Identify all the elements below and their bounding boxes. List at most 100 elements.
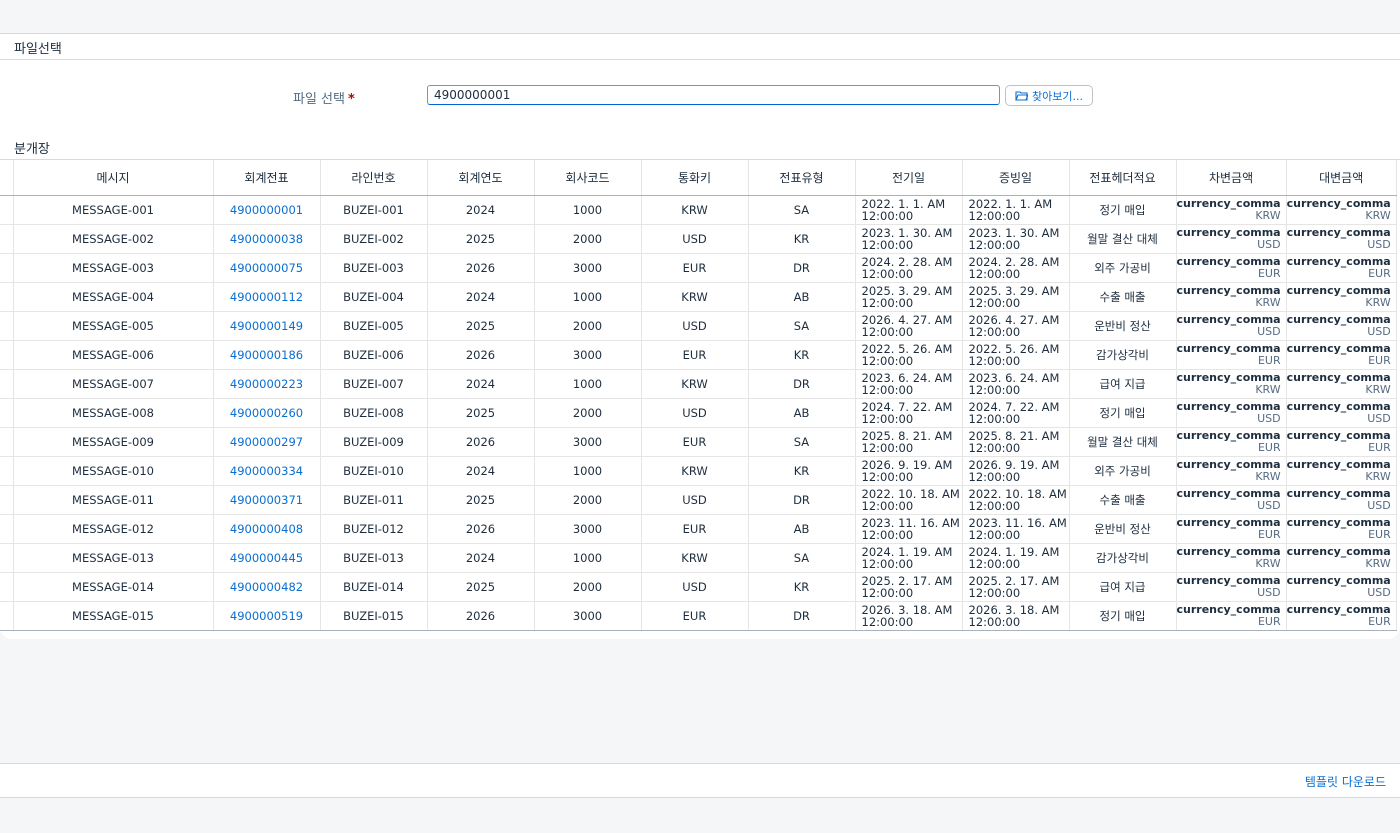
table-row[interactable]: MESSAGE-012 4900000408 BUZEI-012 2026 3000 EU… xyxy=(0,514,1397,544)
document-number-link[interactable]: 4900000445 xyxy=(213,543,321,573)
header-text-cell: 정기 매입 xyxy=(1069,398,1177,428)
document-number-link[interactable]: 4900000408 xyxy=(213,514,321,544)
credit-amount-cell: currency_comma EUR xyxy=(1286,340,1397,370)
amount-currency: USD xyxy=(1257,412,1281,425)
document-number-link[interactable]: 4900000297 xyxy=(213,427,321,457)
row-selector[interactable] xyxy=(0,253,14,283)
column-header[interactable]: 회계전표 xyxy=(213,160,321,196)
column-header[interactable]: 전기일 xyxy=(855,160,963,196)
column-header[interactable]: 회사코드 xyxy=(534,160,642,196)
document-number-link[interactable]: 4900000371 xyxy=(213,485,321,515)
amount-currency: USD xyxy=(1257,325,1281,338)
template-download-link[interactable]: 템플릿 다운로드 xyxy=(1305,773,1386,790)
row-selector[interactable] xyxy=(0,601,14,631)
column-header[interactable]: 차변금액 xyxy=(1176,160,1287,196)
document-number-link[interactable]: 4900000001 xyxy=(213,195,321,225)
company-code-cell: 1000 xyxy=(534,195,642,225)
document-type-cell: SA xyxy=(748,427,856,457)
document-date-time: 12:00:00 xyxy=(968,325,1021,339)
table-row[interactable]: MESSAGE-003 4900000075 BUZEI-003 2026 3000 EU… xyxy=(0,253,1397,283)
table-row[interactable]: MESSAGE-004 4900000112 BUZEI-004 2024 1000 KR… xyxy=(0,282,1397,312)
table-row[interactable]: MESSAGE-011 4900000371 BUZEI-011 2025 2000 US… xyxy=(0,485,1397,515)
row-selector[interactable] xyxy=(0,456,14,486)
row-selector[interactable] xyxy=(0,195,14,225)
line-number-cell: BUZEI-013 xyxy=(320,543,428,573)
column-header[interactable]: 회계연도 xyxy=(427,160,535,196)
fiscal-year-cell: 2024 xyxy=(427,369,535,399)
message-cell: MESSAGE-012 xyxy=(13,514,214,544)
row-selector[interactable] xyxy=(0,282,14,312)
row-selector[interactable] xyxy=(0,514,14,544)
credit-amount-cell: currency_comma USD xyxy=(1286,311,1397,341)
header-text-cell: 운반비 정산 xyxy=(1069,311,1177,341)
row-selector[interactable] xyxy=(0,427,14,457)
credit-amount-cell: currency_comma KRW xyxy=(1286,195,1397,225)
column-header[interactable]: 메시지 xyxy=(13,160,214,196)
document-number-link[interactable]: 4900000223 xyxy=(213,369,321,399)
column-header[interactable]: 증빙일 xyxy=(962,160,1070,196)
document-number-link[interactable]: 4900000260 xyxy=(213,398,321,428)
table-row[interactable]: MESSAGE-002 4900000038 BUZEI-002 2025 2000 US… xyxy=(0,224,1397,254)
row-selector[interactable] xyxy=(0,485,14,515)
document-type-cell: AB xyxy=(748,514,856,544)
amount-currency: EUR xyxy=(1257,267,1281,280)
debit-amount-cell: currency_comma EUR xyxy=(1176,514,1287,544)
document-number-link[interactable]: 4900000519 xyxy=(213,601,321,631)
credit-amount-cell: currency_comma KRW xyxy=(1286,543,1397,573)
posting-date-cell: 2023. 1. 30. AM 12:00:00 xyxy=(855,224,963,254)
column-header[interactable]: 통화키 xyxy=(641,160,749,196)
table-row[interactable]: MESSAGE-014 4900000482 BUZEI-014 2025 2000 US… xyxy=(0,572,1397,602)
document-date-time: 12:00:00 xyxy=(968,238,1021,252)
table-row[interactable]: MESSAGE-013 4900000445 BUZEI-013 2024 1000 KR… xyxy=(0,543,1397,573)
document-number-link[interactable]: 4900000075 xyxy=(213,253,321,283)
amount-currency: USD xyxy=(1257,499,1281,512)
row-selector[interactable] xyxy=(0,572,14,602)
row-selector[interactable] xyxy=(0,224,14,254)
document-number-link[interactable]: 4900000038 xyxy=(213,224,321,254)
amount-currency: USD xyxy=(1367,325,1391,338)
row-selector[interactable] xyxy=(0,369,14,399)
document-date-cell: 2026. 4. 27. AM 12:00:00 xyxy=(962,311,1070,341)
column-header[interactable]: 전표유형 xyxy=(748,160,856,196)
currency-key-cell: EUR xyxy=(641,253,749,283)
table-row[interactable]: MESSAGE-006 4900000186 BUZEI-006 2026 3000 EU… xyxy=(0,340,1397,370)
table-row[interactable]: MESSAGE-001 4900000001 BUZEI-001 2024 1000 KR… xyxy=(0,195,1397,225)
table-row[interactable]: MESSAGE-009 4900000297 BUZEI-009 2026 3000 EU… xyxy=(0,427,1397,457)
debit-amount-cell: currency_comma KRW xyxy=(1176,195,1287,225)
document-number-link[interactable]: 4900000112 xyxy=(213,282,321,312)
browse-button[interactable]: 찾아보기... xyxy=(1005,85,1093,106)
posting-date-cell: 2023. 11. 16. AM 12:00:00 xyxy=(855,514,963,544)
column-header[interactable]: 전표헤더적요 xyxy=(1069,160,1177,196)
header-text-cell: 운반비 정산 xyxy=(1069,514,1177,544)
fiscal-year-cell: 2025 xyxy=(427,485,535,515)
column-header[interactable]: 라인번호 xyxy=(320,160,428,196)
row-selector[interactable] xyxy=(0,311,14,341)
document-date-cell: 2022. 10. 18. AM 12:00:00 xyxy=(962,485,1070,515)
column-header[interactable]: 대변금액 xyxy=(1286,160,1397,196)
table-row[interactable]: MESSAGE-005 4900000149 BUZEI-005 2025 2000 US… xyxy=(0,311,1397,341)
message-cell: MESSAGE-007 xyxy=(13,369,214,399)
header-text-cell: 월말 결산 대체 xyxy=(1069,224,1177,254)
row-selector[interactable] xyxy=(0,543,14,573)
header-text-cell: 수출 매출 xyxy=(1069,282,1177,312)
document-date-time: 12:00:00 xyxy=(968,354,1021,368)
table-row[interactable]: MESSAGE-007 4900000223 BUZEI-007 2024 1000 KR… xyxy=(0,369,1397,399)
currency-key-cell: KRW xyxy=(641,369,749,399)
file-select-input[interactable] xyxy=(427,85,1000,105)
debit-amount-cell: currency_comma USD xyxy=(1176,224,1287,254)
debit-amount-cell: currency_comma EUR xyxy=(1176,253,1287,283)
document-number-link[interactable]: 4900000334 xyxy=(213,456,321,486)
line-number-cell: BUZEI-011 xyxy=(320,485,428,515)
table-row[interactable]: MESSAGE-015 4900000519 BUZEI-015 2026 3000 EU… xyxy=(0,601,1397,631)
document-number-link[interactable]: 4900000149 xyxy=(213,311,321,341)
row-selector[interactable] xyxy=(0,340,14,370)
table-row[interactable]: MESSAGE-008 4900000260 BUZEI-008 2025 2000 US… xyxy=(0,398,1397,428)
document-number-link[interactable]: 4900000482 xyxy=(213,572,321,602)
file-section-divider xyxy=(0,59,1400,60)
credit-amount-cell: currency_comma EUR xyxy=(1286,253,1397,283)
table-row[interactable]: MESSAGE-010 4900000334 BUZEI-010 2024 1000 KR… xyxy=(0,456,1397,486)
posting-date-cell: 2022. 1. 1. AM 12:00:00 xyxy=(855,195,963,225)
row-selector[interactable] xyxy=(0,398,14,428)
document-number-link[interactable]: 4900000186 xyxy=(213,340,321,370)
document-date-cell: 2024. 2. 28. AM 12:00:00 xyxy=(962,253,1070,283)
